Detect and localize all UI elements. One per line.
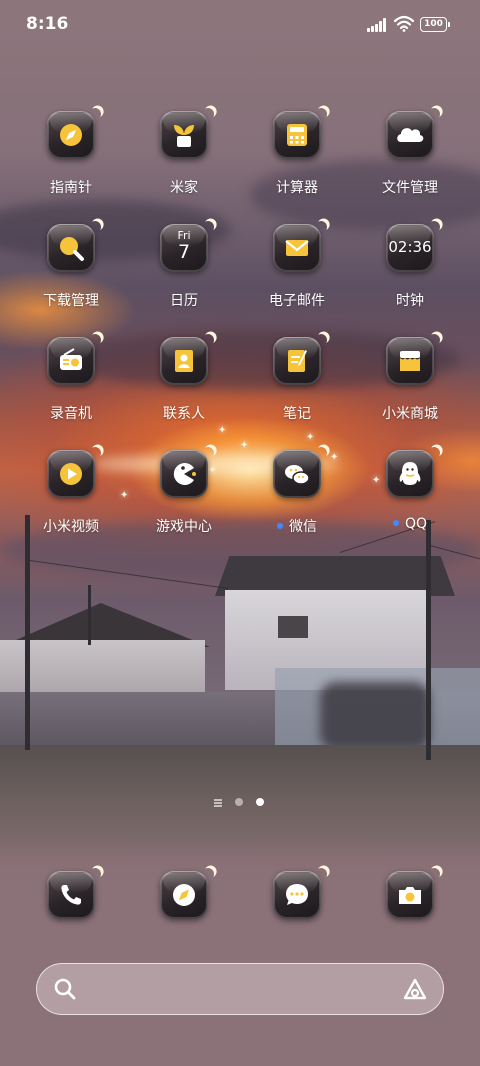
notes-icon: [273, 337, 321, 385]
assistant-icon[interactable]: [401, 976, 429, 1004]
cloud-folder-icon: [386, 111, 434, 159]
app-label: 日历: [170, 293, 198, 309]
house-window: [278, 616, 308, 638]
app-label: 微信: [242, 516, 352, 536]
video-play-icon: [47, 450, 95, 498]
app-wechat[interactable]: 微信: [242, 450, 352, 550]
clock-icon: 02:36: [386, 224, 434, 272]
app-notes[interactable]: 笔记: [242, 337, 352, 437]
dock-browser[interactable]: [129, 871, 239, 921]
utility-pole: [88, 585, 91, 645]
app-mijia[interactable]: 米家: [129, 111, 239, 211]
recorder-icon: [47, 337, 95, 385]
dock-phone[interactable]: [16, 871, 126, 921]
phone-icon: [47, 871, 95, 919]
app-file-manager[interactable]: 文件管理: [355, 111, 465, 211]
notification-dot: [277, 523, 283, 529]
battery-icon: 100: [420, 17, 450, 32]
app-email[interactable]: 电子邮件: [242, 224, 352, 324]
app-label: 米家: [170, 180, 198, 196]
app-label: 电子邮件: [269, 293, 325, 309]
status-bar: 8:16 100: [0, 0, 480, 50]
battery-level: 100: [424, 19, 443, 29]
mijia-sprout-icon: [160, 111, 208, 159]
app-label: 录音机: [50, 406, 92, 422]
mi-store-icon: [386, 337, 434, 385]
app-label-text: 微信: [289, 519, 317, 535]
page-dot-1[interactable]: [235, 798, 243, 806]
app-label-text: QQ: [404, 516, 428, 532]
app-label: 下载管理: [43, 293, 99, 309]
dock-camera[interactable]: [355, 871, 465, 921]
app-game-center[interactable]: 游戏中心: [129, 450, 239, 550]
search-icon[interactable]: [53, 977, 77, 1001]
calendar-icon: Fri 7: [160, 224, 208, 272]
house: [0, 640, 205, 700]
contacts-icon: [160, 337, 208, 385]
app-contacts[interactable]: 联系人: [129, 337, 239, 437]
page-indicator[interactable]: [0, 797, 480, 809]
status-time: 8:16: [26, 14, 69, 34]
game-center-icon: [160, 450, 208, 498]
dock-messages[interactable]: [242, 871, 352, 921]
clock-time: 02:36: [388, 238, 432, 256]
app-mi-store[interactable]: 小米商城: [355, 337, 465, 437]
download-magnifier-icon: [47, 224, 95, 272]
app-label: 游戏中心: [156, 519, 212, 535]
app-label: 时钟: [396, 293, 424, 309]
utility-pole: [426, 520, 431, 760]
search-bar[interactable]: [36, 963, 444, 1015]
app-label: 计算器: [276, 180, 318, 196]
mail-icon: [273, 224, 321, 272]
browser-compass-icon: [160, 871, 208, 919]
app-compass[interactable]: 指南针: [16, 111, 126, 211]
utility-pole: [25, 515, 30, 750]
calendar-date: 7: [177, 241, 191, 263]
app-mi-video[interactable]: 小米视频: [16, 450, 126, 550]
app-label: 笔记: [283, 406, 311, 422]
page-dot-2-active[interactable]: [256, 798, 264, 806]
notification-dot: [392, 520, 399, 526]
signal-icon: [367, 18, 389, 32]
app-qq[interactable]: QQ: [355, 450, 465, 550]
compass-icon: [47, 111, 95, 159]
calculator-icon: [273, 111, 321, 159]
app-label: 小米商城: [382, 406, 438, 422]
app-recorder[interactable]: 录音机: [16, 337, 126, 437]
app-label: 小米视频: [43, 519, 99, 535]
camera-icon: [386, 871, 434, 919]
message-icon: [273, 871, 321, 919]
wechat-icon: [273, 450, 321, 498]
app-label: 文件管理: [382, 180, 438, 196]
app-download-manager[interactable]: 下载管理: [16, 224, 126, 324]
blurred-car: [320, 682, 430, 750]
app-calendar[interactable]: Fri 7 日历: [129, 224, 239, 324]
app-calculator[interactable]: 计算器: [242, 111, 352, 211]
app-clock[interactable]: 02:36 时钟: [355, 224, 465, 324]
app-label: 指南针: [50, 180, 92, 196]
app-drawer-list-icon[interactable]: [214, 798, 223, 807]
app-label: 联系人: [163, 406, 205, 422]
qq-penguin-icon: [386, 450, 434, 498]
app-label: QQ: [355, 516, 465, 532]
wifi-icon: [394, 15, 414, 32]
